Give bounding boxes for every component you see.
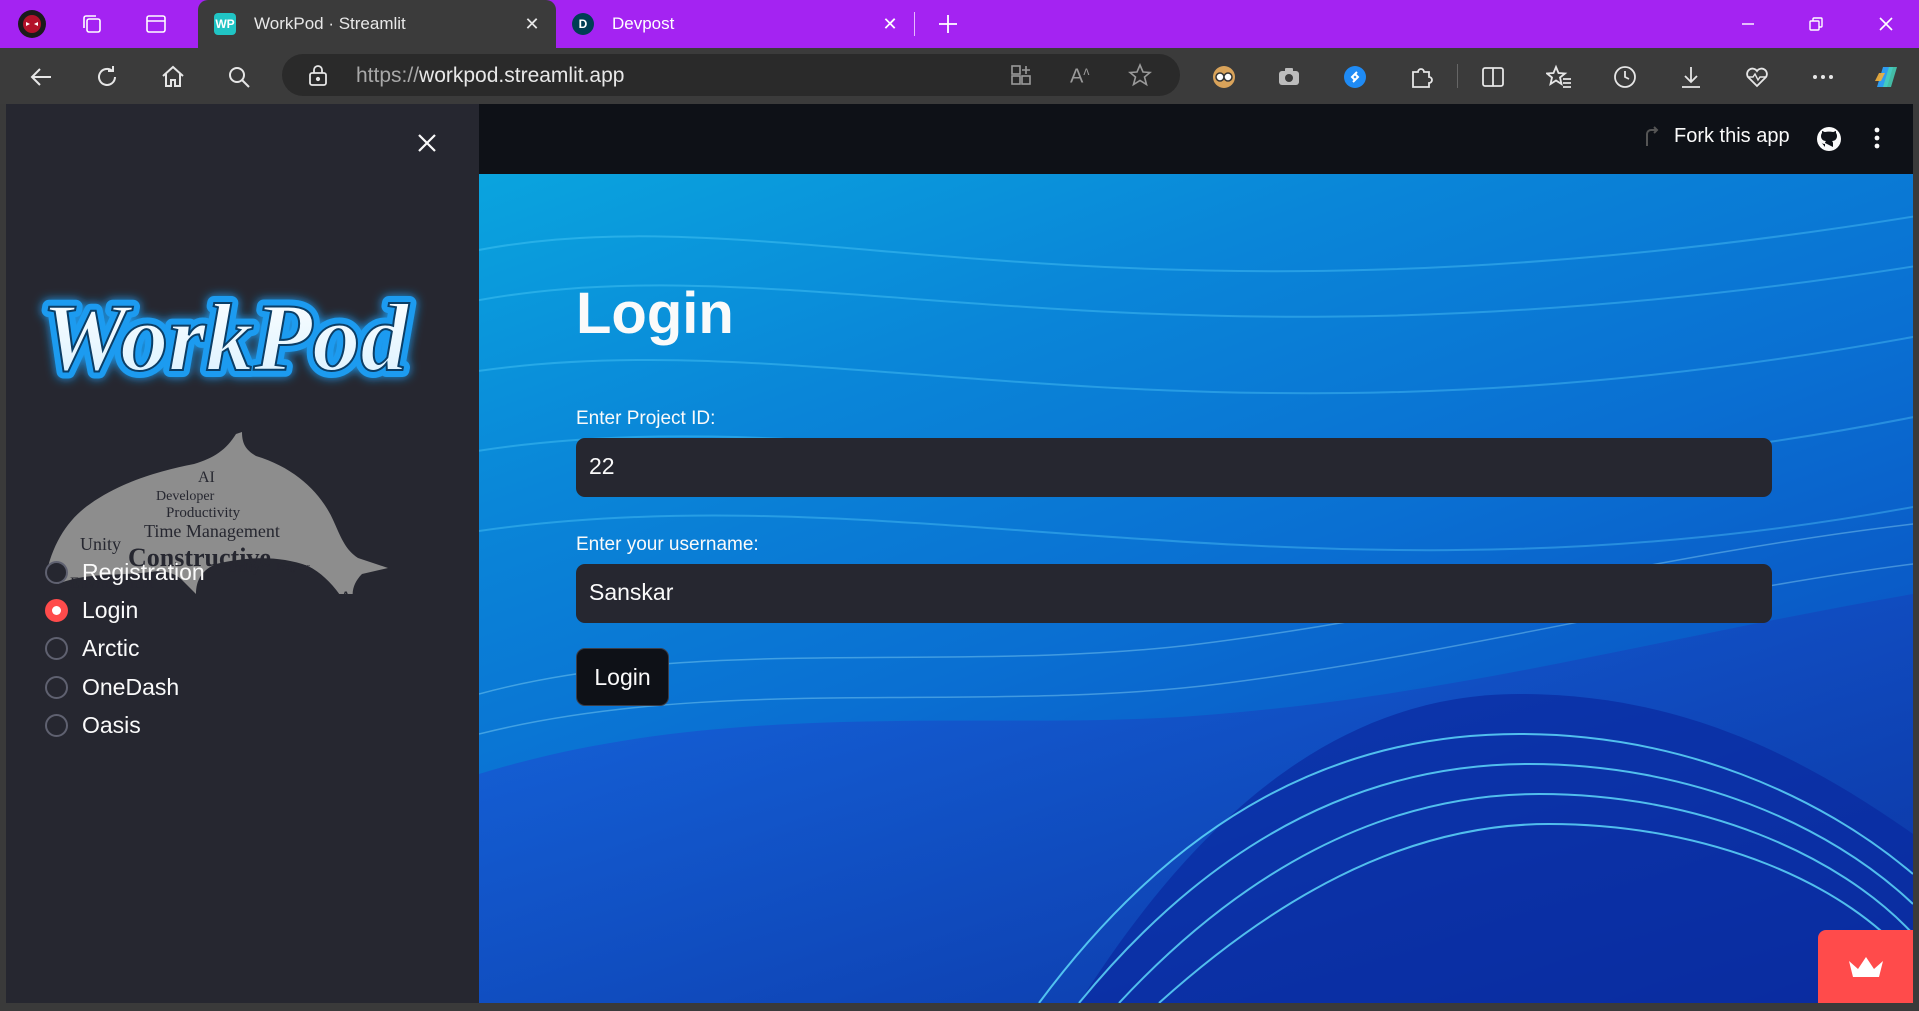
history-icon[interactable] <box>1608 60 1642 94</box>
browser-essentials-icon[interactable] <box>1740 60 1774 94</box>
username-label: Enter your username: <box>576 534 759 555</box>
nav-option-label: OneDash <box>82 673 180 700</box>
tab-workpod[interactable]: WP WorkPod · Streamlit ✕ <box>198 0 556 48</box>
project-id-input[interactable]: 22 <box>576 438 1772 497</box>
tab-divider <box>914 12 915 36</box>
nav-option-login[interactable]: Login <box>45 594 138 626</box>
back-icon[interactable] <box>24 60 58 94</box>
nav-option-oasis[interactable]: Oasis <box>45 709 141 741</box>
fork-app-button[interactable]: Fork this app <box>1642 124 1790 148</box>
svg-text:Time Management: Time Management <box>144 521 280 541</box>
favorites-icon[interactable] <box>1542 60 1576 94</box>
tab-title: WorkPod · Streamlit <box>254 14 406 33</box>
project-id-label: Enter Project ID: <box>576 408 716 429</box>
workpod-logo: WorkPod WorkPod AI Developer Productivit… <box>35 277 417 594</box>
sidebar: WorkPod WorkPod AI Developer Productivit… <box>6 104 479 1003</box>
close-tab-icon[interactable]: ✕ <box>880 14 900 34</box>
svg-text:Developer: Developer <box>156 489 215 504</box>
nav-option-label: Registration <box>82 558 205 585</box>
tab-devpost[interactable]: D Devpost ✕ <box>558 0 914 48</box>
minimize-icon[interactable] <box>1718 0 1778 48</box>
nav-option-label: Login <box>82 596 139 623</box>
copilot-icon[interactable] <box>1870 60 1904 94</box>
split-screen-icon[interactable] <box>1476 60 1510 94</box>
svg-text:Progress: Progress <box>276 562 311 573</box>
search-icon[interactable] <box>222 60 256 94</box>
lock-icon[interactable] <box>308 64 328 90</box>
favorite-star-icon[interactable] <box>1127 62 1153 91</box>
username-input[interactable]: Sanskar <box>576 564 1772 623</box>
close-sidebar-icon[interactable] <box>416 132 438 158</box>
nav-option-registration[interactable]: Registration <box>45 556 205 588</box>
new-tab-icon[interactable] <box>932 8 964 40</box>
browser-window: WP WorkPod · Streamlit ✕ D Devpost ✕ htt… <box>0 0 1919 1011</box>
url-scheme: https:// <box>356 64 420 87</box>
nav-option-onedash[interactable]: OneDash <box>45 671 179 703</box>
tab-actions-icon[interactable] <box>140 8 172 40</box>
svg-text:AI: AI <box>198 469 215 486</box>
github-icon[interactable] <box>1816 126 1842 156</box>
home-icon[interactable] <box>156 60 190 94</box>
app-header: Fork this app <box>479 104 1913 174</box>
page-title: Login <box>576 281 734 346</box>
navigation-bar: https://workpod.streamlit.app Aʌ <box>0 48 1919 104</box>
close-window-icon[interactable] <box>1856 0 1916 48</box>
refresh-icon[interactable] <box>90 60 124 94</box>
workspaces-icon[interactable] <box>76 8 108 40</box>
main-menu-icon[interactable] <box>1871 124 1883 156</box>
svg-text:Productivity: Productivity <box>166 505 241 521</box>
tab-strip: WP WorkPod · Streamlit ✕ D Devpost ✕ <box>0 0 1919 48</box>
svg-text:Unity: Unity <box>80 534 121 554</box>
radio-button[interactable] <box>45 560 68 584</box>
url-host: workpod.streamlit.app <box>419 64 625 87</box>
tab-title: Devpost <box>612 14 675 33</box>
fork-label: Fork this app <box>1674 124 1790 147</box>
more-options-icon[interactable] <box>1806 60 1840 94</box>
svg-text:WorkPod: WorkPod <box>42 284 410 391</box>
url-text[interactable]: https://workpod.streamlit.app <box>356 64 624 88</box>
profile-avatar[interactable] <box>16 8 48 40</box>
devpost-favicon: D <box>572 13 594 35</box>
nav-option-label: Arctic <box>82 634 140 661</box>
svg-text:AI: AI <box>338 586 361 594</box>
login-button[interactable]: Login <box>576 648 669 706</box>
extension-camera-icon[interactable] <box>1272 60 1306 94</box>
downloads-icon[interactable] <box>1674 60 1708 94</box>
streamlit-badge[interactable] <box>1818 930 1913 1003</box>
close-tab-icon[interactable]: ✕ <box>522 14 542 34</box>
nav-option-label: Oasis <box>82 711 141 738</box>
app-available-icon[interactable] <box>1010 64 1032 90</box>
extensions-puzzle-icon[interactable] <box>1404 60 1438 94</box>
restore-icon[interactable] <box>1786 0 1846 48</box>
nav-option-arctic[interactable]: Arctic <box>45 632 140 664</box>
radio-button[interactable] <box>45 713 68 737</box>
svg-text:Unity: Unity <box>228 561 260 576</box>
radio-button[interactable] <box>45 675 68 699</box>
read-aloud-icon[interactable]: Aʌ <box>1070 64 1089 89</box>
toolbar-divider <box>1457 64 1458 88</box>
main-content: Login Enter Project ID: 22 Enter your us… <box>479 174 1913 1003</box>
extension-shazam-icon[interactable] <box>1338 60 1372 94</box>
extension-glasses-icon[interactable] <box>1207 60 1241 94</box>
streamlit-app: WorkPod WorkPod AI Developer Productivit… <box>6 104 1913 1003</box>
workpod-favicon: WP <box>214 13 236 35</box>
radio-button-selected[interactable] <box>45 598 68 622</box>
radio-button[interactable] <box>45 636 68 660</box>
fork-icon <box>1646 126 1659 146</box>
address-bar[interactable]: https://workpod.streamlit.app Aʌ <box>282 54 1180 96</box>
crown-icon <box>1848 956 1883 977</box>
